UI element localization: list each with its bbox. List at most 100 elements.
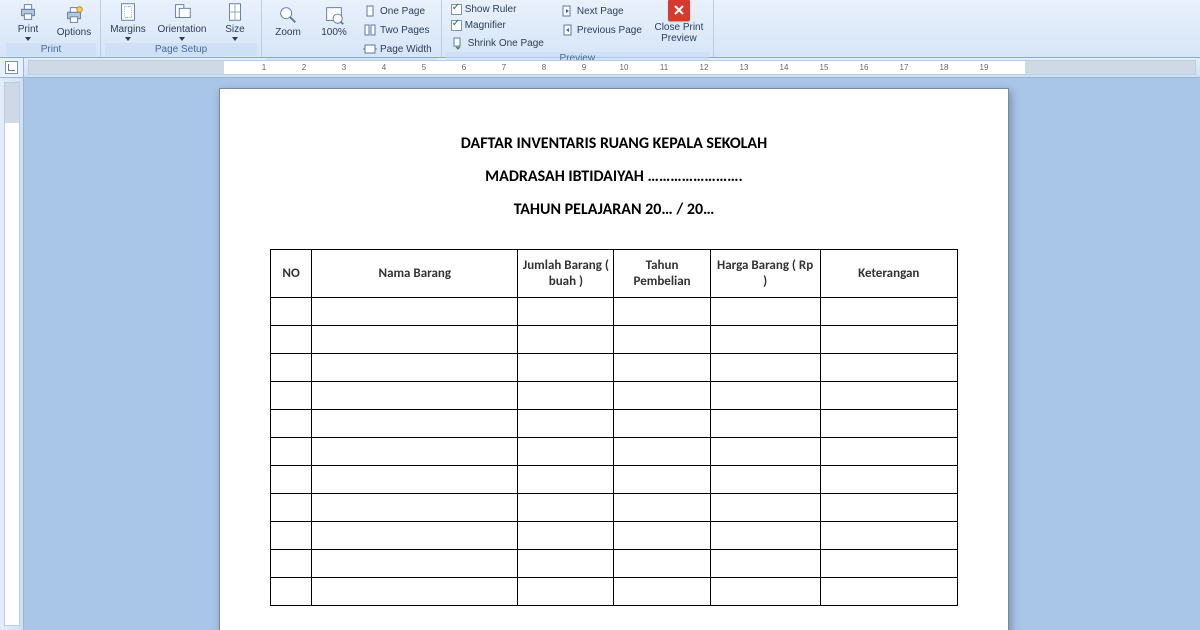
ruler-number: 18: [940, 63, 949, 72]
margins-label: Margins: [110, 24, 146, 35]
ruler-number: 6: [462, 63, 466, 72]
orientation-icon: [171, 1, 193, 23]
shrink-page-icon: [451, 36, 465, 50]
page-width-button[interactable]: Page Width: [358, 40, 437, 58]
table-cell: [518, 578, 614, 606]
table-cell: [271, 298, 312, 326]
table-cell: [614, 410, 710, 438]
table-row: [271, 494, 958, 522]
workarea: DAFTAR INVENTARIS RUANG KEPALA SEKOLAH M…: [0, 78, 1200, 630]
table-cell: [312, 438, 518, 466]
tab-selector[interactable]: [0, 58, 24, 77]
previous-page-button[interactable]: Previous Page: [555, 21, 647, 39]
ruler-number: 14: [780, 63, 789, 72]
two-pages-label: Two Pages: [380, 25, 429, 36]
vertical-ruler[interactable]: [4, 82, 20, 626]
table-cell: [312, 354, 518, 382]
margins-button[interactable]: Margins: [105, 0, 151, 42]
table-cell: [820, 522, 957, 550]
options-button[interactable]: Options: [52, 0, 96, 42]
table-cell: [614, 522, 710, 550]
table-cell: [271, 438, 312, 466]
close-icon: [668, 0, 690, 21]
table-cell: [518, 494, 614, 522]
zoom-100-button[interactable]: 100%: [312, 0, 356, 42]
show-ruler-checkbox[interactable]: Show Ruler: [446, 2, 549, 17]
table-cell: [820, 326, 957, 354]
table-cell: [710, 410, 820, 438]
ruler-number: 13: [740, 63, 749, 72]
ruler-number: 12: [700, 63, 709, 72]
page-width-icon: [363, 42, 377, 56]
table-row: [271, 438, 958, 466]
table-cell: [312, 578, 518, 606]
close-print-preview-button[interactable]: Close Print Preview: [649, 0, 709, 42]
table-row: [271, 410, 958, 438]
inventory-table: NO Nama Barang Jumlah Barang ( buah ) Ta…: [270, 249, 958, 606]
table-cell: [271, 550, 312, 578]
print-button[interactable]: Print: [6, 0, 50, 42]
ruler-number: 5: [422, 63, 426, 72]
checkbox-checked-icon: [451, 4, 462, 15]
group-page-setup: Margins Orientation Size Page Setup: [101, 0, 262, 57]
next-page-button[interactable]: Next Page: [555, 2, 647, 20]
size-button[interactable]: Size: [213, 0, 257, 42]
one-page-button[interactable]: One Page: [358, 2, 437, 20]
horizontal-ruler[interactable]: 12345678910111213141516171819: [28, 60, 1196, 75]
group-zoom: Zoom 100% One Page: [262, 0, 442, 57]
table-cell: [820, 438, 957, 466]
two-pages-button[interactable]: Two Pages: [358, 21, 437, 39]
table-cell: [820, 466, 957, 494]
table-cell: [312, 298, 518, 326]
ruler-number: 4: [382, 63, 386, 72]
page-width-label: Page Width: [380, 44, 432, 55]
previous-page-label: Previous Page: [577, 25, 642, 36]
tab-stop-icon: [5, 61, 18, 74]
zoom-100-icon: [323, 4, 345, 26]
doc-title-1: DAFTAR INVENTARIS RUANG KEPALA SEKOLAH: [270, 134, 958, 153]
table-row: [271, 326, 958, 354]
magnifier-checkbox[interactable]: Magnifier: [446, 18, 549, 33]
orientation-button[interactable]: Orientation: [153, 0, 211, 42]
table-row: [271, 298, 958, 326]
ruler-number: 8: [542, 63, 546, 72]
table-cell: [271, 326, 312, 354]
table-cell: [614, 326, 710, 354]
size-label: Size: [225, 24, 244, 35]
table-cell: [710, 578, 820, 606]
table-cell: [710, 326, 820, 354]
doc-title-3: TAHUN PELAJARAN 20… / 20…: [270, 200, 958, 219]
table-cell: [614, 298, 710, 326]
margins-icon: [117, 1, 139, 23]
table-cell: [312, 326, 518, 354]
zoom-100-label: 100%: [321, 27, 347, 38]
table-row: [271, 382, 958, 410]
table-cell: [312, 550, 518, 578]
shrink-label: Shrink One Page: [468, 38, 544, 49]
table-cell: [312, 522, 518, 550]
printer-options-icon: [63, 4, 85, 26]
table-cell: [820, 578, 957, 606]
table-cell: [518, 354, 614, 382]
document-canvas[interactable]: DAFTAR INVENTARIS RUANG KEPALA SEKOLAH M…: [24, 78, 1200, 630]
col-jumlah: Jumlah Barang ( buah ): [518, 250, 614, 298]
shrink-one-page-button[interactable]: Shrink One Page: [446, 34, 549, 52]
zoom-button[interactable]: Zoom: [266, 0, 310, 42]
table-cell: [710, 522, 820, 550]
print-label: Print: [18, 24, 39, 35]
close-preview-label: Close Print Preview: [654, 22, 703, 44]
printer-icon: [17, 1, 39, 23]
ruler-number: 16: [860, 63, 869, 72]
table-cell: [614, 438, 710, 466]
options-label: Options: [57, 27, 91, 38]
table-cell: [614, 382, 710, 410]
table-cell: [710, 550, 820, 578]
table-cell: [820, 298, 957, 326]
table-cell: [518, 522, 614, 550]
table-cell: [271, 494, 312, 522]
table-cell: [614, 494, 710, 522]
ruler-number: 10: [620, 63, 629, 72]
orientation-label: Orientation: [158, 24, 207, 35]
table-cell: [518, 466, 614, 494]
show-ruler-label: Show Ruler: [465, 4, 517, 15]
